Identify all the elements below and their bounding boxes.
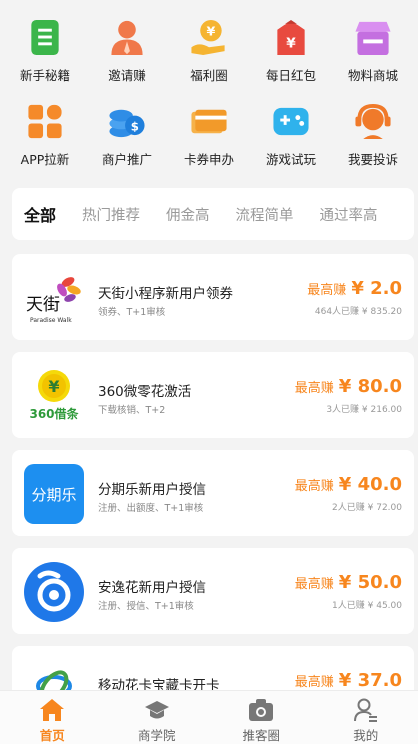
logo-text: 天街: [26, 295, 60, 315]
nav-label: 首页: [39, 728, 65, 743]
tab-hot[interactable]: 热门推荐: [82, 204, 140, 225]
grid-label: 商户推广: [101, 152, 152, 167]
grid-label: 福利圈: [190, 68, 228, 83]
grid-item-game[interactable]: 游戏试玩: [250, 98, 332, 168]
red-packet-icon: ¥: [277, 19, 305, 56]
earn-amount: ¥ 80.0: [338, 376, 402, 397]
grid-label: 游戏试玩: [265, 152, 316, 167]
grid-item-invite[interactable]: 邀请赚: [86, 14, 168, 84]
welfare-hand-icon: ¥: [191, 19, 225, 56]
grid-item-app-promo[interactable]: APP拉新: [4, 98, 86, 168]
headset-icon: [355, 103, 391, 140]
tab-high-commission[interactable]: 佣金高: [166, 204, 210, 225]
game-controller-icon: [273, 107, 309, 136]
nav-home[interactable]: 首页: [0, 691, 105, 744]
grid-item-card-apply[interactable]: 卡券申办: [168, 98, 250, 168]
card-title: 安逸花新用户授信: [98, 580, 206, 596]
coin-stack-icon: $: [109, 109, 145, 138]
paradise-walk-logo: 天街 Paradise Walk: [26, 277, 81, 324]
grid-label: 我要投诉: [347, 152, 398, 167]
profile-icon: [353, 698, 377, 722]
anyihua-logo: [24, 562, 84, 622]
grid-label: 邀请赚: [108, 68, 146, 83]
camera-icon: [249, 699, 274, 721]
card-subtitle: 注册、出额度、T+1审核: [98, 503, 204, 514]
earn-label: 最高赚: [294, 479, 334, 494]
card-subtitle: 注册、授信、T+1审核: [98, 601, 194, 612]
card-title: 天街小程序新用户领券: [98, 286, 233, 302]
360-jietiao-logo: ¥ 360借条: [29, 370, 80, 421]
grid-item-handbook[interactable]: 新手秘籍: [4, 14, 86, 84]
card-earnings: 最高赚 ¥ 80.0 3人已赚 ¥ 216.00: [295, 376, 402, 415]
card-earnings: 最高赚 ¥ 37.0: [295, 670, 402, 691]
earn-stats: 464人已赚 ¥ 835.20: [314, 307, 402, 317]
shop-icon: [355, 21, 391, 56]
logo-text: 分期乐: [31, 486, 76, 504]
card-title: 分期乐新用户授信: [98, 482, 206, 498]
grid-label: 物料商城: [347, 68, 398, 83]
logo-subtext: Paradise Walk: [30, 317, 72, 324]
task-card-anyihua[interactable]: 安逸花新用户授信 注册、授信、T+1审核 最高赚 ¥ 50.0 1人已赚 ¥ 4…: [12, 548, 414, 634]
earn-amount: ¥ 40.0: [338, 474, 402, 495]
tab-simple-process[interactable]: 流程简单: [236, 204, 294, 225]
card-title: 360微零花激活: [98, 384, 192, 400]
earn-label: 最高赚: [294, 577, 334, 592]
logo-text: 360借条: [29, 406, 79, 421]
grid-label: 每日红包: [265, 68, 316, 83]
grid-item-merchant[interactable]: $ 商户推广: [86, 98, 168, 168]
card-subtitle: 领券、T+1审核: [98, 307, 166, 318]
feature-grid: 新手秘籍 邀请赚 ¥ 福利圈 ¥ 每日红包 物料商城 APP拉新 $ 商户推广 …: [0, 0, 418, 168]
grid-label: 新手秘籍: [19, 68, 70, 83]
earn-label: 最高赚: [294, 381, 334, 396]
earn-label: 最高赚: [307, 283, 347, 298]
card-earnings: 最高赚 ¥ 40.0 2人已赚 ¥ 72.00: [295, 474, 402, 513]
earn-amount: ¥ 2.0: [351, 278, 402, 299]
tab-all[interactable]: 全部: [24, 202, 56, 226]
card-subtitle: 下载核销、T+2: [98, 405, 166, 416]
nav-circle[interactable]: 推客圈: [209, 691, 314, 744]
nav-academy[interactable]: 商学院: [105, 691, 210, 744]
nav-label: 我的: [353, 728, 379, 743]
handbook-icon: [31, 19, 59, 56]
grid-label: APP拉新: [20, 152, 70, 167]
grid-label: 卡券申办: [183, 152, 234, 167]
graduation-cap-icon: [144, 701, 169, 719]
grid-item-shop[interactable]: 物料商城: [332, 14, 414, 84]
svg-text:¥: ¥: [286, 35, 296, 51]
logo-symbol: ¥: [48, 377, 59, 396]
filter-tabs: 全部 热门推荐 佣金高 流程简单 通过率高: [12, 188, 414, 240]
svg-text:¥: ¥: [207, 24, 216, 39]
task-card-tianjie[interactable]: 天街 Paradise Walk 天街小程序新用户领券 领券、T+1审核 最高赚…: [12, 254, 414, 340]
grid-item-complaint[interactable]: 我要投诉: [332, 98, 414, 168]
tab-high-pass-rate[interactable]: 通过率高: [320, 204, 378, 225]
task-card-fenqile[interactable]: 分期乐 分期乐新用户授信 注册、出额度、T+1审核 最高赚 ¥ 40.0 2人已…: [12, 450, 414, 536]
bottom-nav: 首页 商学院 推客圈 我的: [0, 690, 418, 744]
earn-stats: 3人已赚 ¥ 216.00: [326, 405, 402, 415]
home-icon: [40, 699, 65, 721]
grid-item-welfare[interactable]: ¥ 福利圈: [168, 14, 250, 84]
nav-label: 推客圈: [242, 728, 280, 743]
earn-amount: ¥ 37.0: [338, 670, 402, 691]
svg-text:$: $: [131, 119, 139, 133]
card-icon: [191, 109, 227, 134]
earn-amount: ¥ 50.0: [338, 572, 402, 593]
task-card-360[interactable]: ¥ 360借条 360微零花激活 下载核销、T+2 最高赚 ¥ 80.0 3人已…: [12, 352, 414, 438]
earn-stats: 2人已赚 ¥ 72.00: [332, 503, 402, 513]
card-earnings: 最高赚 ¥ 50.0 1人已赚 ¥ 45.00: [295, 572, 402, 611]
grid-item-red-packet[interactable]: ¥ 每日红包: [250, 14, 332, 84]
nav-label: 商学院: [137, 728, 176, 743]
card-earnings: 最高赚 ¥ 2.0 464人已赚 ¥ 835.20: [307, 278, 402, 317]
invite-person-icon: [111, 20, 143, 56]
earn-label: 最高赚: [294, 675, 334, 690]
app-grid-icon: [28, 104, 62, 139]
earn-stats: 1人已赚 ¥ 45.00: [332, 601, 402, 611]
nav-profile[interactable]: 我的: [314, 691, 418, 744]
fenqile-logo: 分期乐: [24, 464, 84, 524]
